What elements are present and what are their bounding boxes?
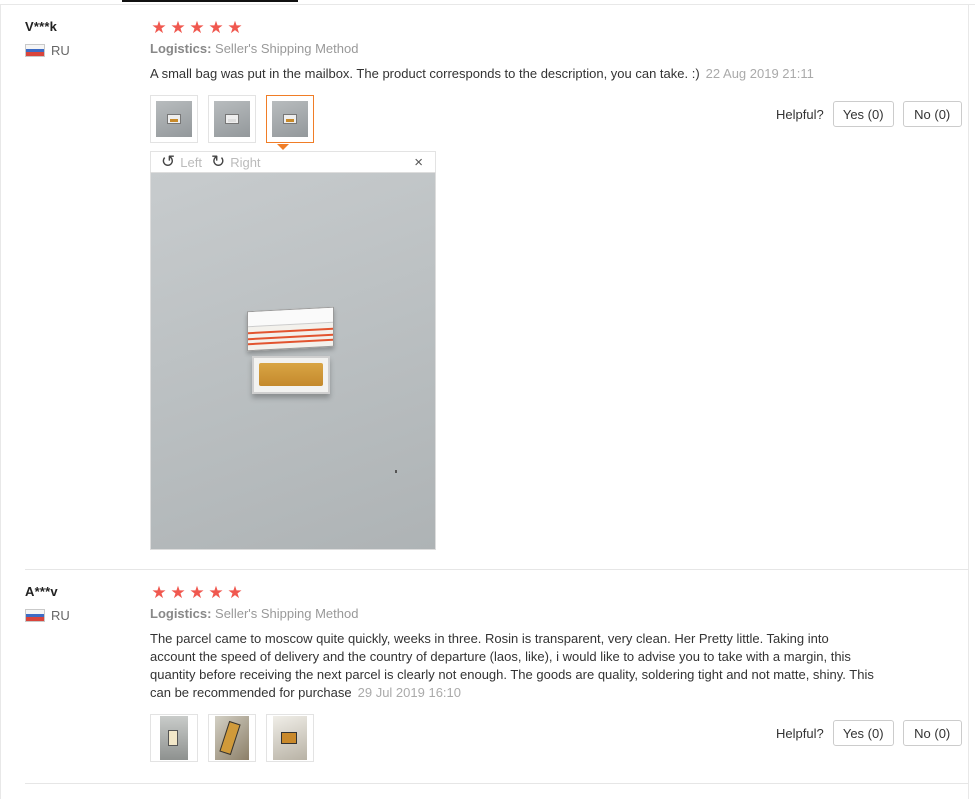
review-text: A small bag was put in the mailbox. The … <box>150 65 875 83</box>
review-date: 29 Jul 2019 16:10 <box>357 685 461 700</box>
star-icon: ★ <box>189 18 205 37</box>
star-icon: ★ <box>170 583 186 602</box>
close-icon[interactable]: × <box>414 154 423 171</box>
photo-thumbnail-selected[interactable] <box>266 95 314 143</box>
review-photo-large <box>150 172 436 550</box>
left-border <box>0 4 1 799</box>
review-text: The parcel came to moscow quite quickly,… <box>150 630 875 702</box>
reviewer-country: RU <box>25 43 70 58</box>
photo-thumbnail[interactable] <box>150 95 198 143</box>
star-icon: ★ <box>170 18 186 37</box>
star-icon: ★ <box>151 583 167 602</box>
product-box-lid <box>247 306 334 352</box>
photo-thumbnail[interactable] <box>208 95 256 143</box>
star-icon: ★ <box>208 18 224 37</box>
star-icon: ★ <box>189 583 205 602</box>
star-rating: ★ ★ ★ ★ ★ <box>150 19 875 37</box>
star-icon: ★ <box>151 18 167 37</box>
helpful-yes-button[interactable]: Yes (0) <box>832 720 894 746</box>
logistics-info: Logistics: Seller's Shipping Method <box>150 41 358 56</box>
helpful-label: Helpful? <box>776 106 824 122</box>
rotate-right-label: Right <box>230 154 261 170</box>
logistics-info: Logistics: Seller's Shipping Method <box>150 606 358 621</box>
review-content: ★ ★ ★ ★ ★ Logistics: Seller's Shipping M… <box>150 584 875 701</box>
review-divider <box>25 783 969 784</box>
helpful-no-button[interactable]: No (0) <box>902 720 962 746</box>
reviewer-info: V***k RU <box>25 19 70 58</box>
review-date: 22 Aug 2019 21:11 <box>705 66 814 81</box>
photo-thumbnail[interactable] <box>150 714 198 762</box>
photo-viewer-toolbar: ↺ Left ↻ Right × <box>150 144 436 172</box>
top-tab-strip <box>0 0 975 5</box>
right-border <box>968 4 969 799</box>
rotate-left-label: Left <box>180 154 202 170</box>
review-body: A small bag was put in the mailbox. The … <box>150 66 700 81</box>
viewer-pointer <box>277 144 289 150</box>
reviewer-country: RU <box>25 608 70 623</box>
logistics-value: Seller's Shipping Method <box>215 41 359 56</box>
review-divider <box>25 569 969 570</box>
logistics-label: Logistics: <box>150 41 212 56</box>
product-rosin-tray <box>252 356 330 394</box>
photo-viewer: ↺ Left ↻ Right × <box>150 144 436 550</box>
logistics-value: Seller's Shipping Method <box>215 606 359 621</box>
rotate-left-button[interactable]: ↺ Left <box>161 152 202 171</box>
helpful-votes: Helpful? Yes (0) No (0) <box>776 720 962 746</box>
review-photo-thumbnails <box>150 95 314 143</box>
reviewer-name: A***v <box>25 584 58 599</box>
active-tab-indicator <box>122 0 298 2</box>
photo-thumbnail[interactable] <box>208 714 256 762</box>
review-photo-thumbnails <box>150 714 314 762</box>
star-rating: ★ ★ ★ ★ ★ <box>150 584 875 602</box>
russia-flag-icon <box>25 609 45 622</box>
rotate-right-button[interactable]: ↻ Right <box>210 152 261 171</box>
review-content: ★ ★ ★ ★ ★ Logistics: Seller's Shipping M… <box>150 19 875 82</box>
helpful-votes: Helpful? Yes (0) No (0) <box>776 101 962 127</box>
review-body: The parcel came to moscow quite quickly,… <box>150 631 874 700</box>
reviewer-info: A***v RU <box>25 584 70 623</box>
star-icon: ★ <box>227 18 243 37</box>
reviewer-name: V***k <box>25 19 58 34</box>
logistics-label: Logistics: <box>150 606 212 621</box>
rotate-right-icon: ↻ <box>210 152 226 171</box>
star-icon: ★ <box>208 583 224 602</box>
country-code: RU <box>51 43 70 58</box>
country-code: RU <box>51 608 70 623</box>
photo-thumbnail[interactable] <box>266 714 314 762</box>
helpful-yes-button[interactable]: Yes (0) <box>832 101 894 127</box>
helpful-label: Helpful? <box>776 725 824 741</box>
russia-flag-icon <box>25 44 45 57</box>
rotate-left-icon: ↺ <box>161 152 176 171</box>
helpful-no-button[interactable]: No (0) <box>902 101 962 127</box>
star-icon: ★ <box>227 583 243 602</box>
